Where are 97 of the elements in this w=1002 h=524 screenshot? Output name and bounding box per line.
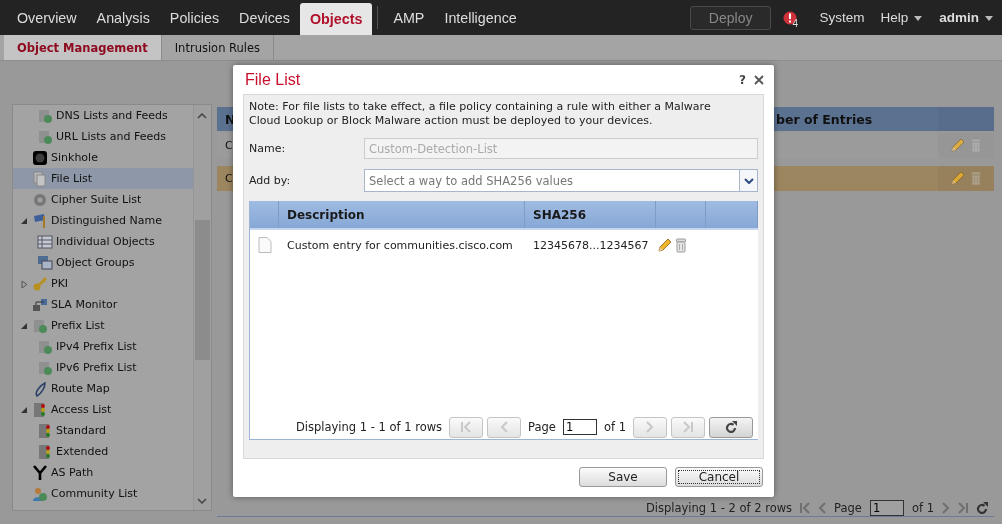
alert-count: 4 — [792, 17, 798, 29]
document-globe-icon — [37, 338, 53, 355]
table-cell-text: Custom entry for communities.cisco.com — [286, 238, 514, 252]
help-link[interactable]: ? — [739, 72, 746, 87]
tree-item[interactable]: AS Path — [13, 462, 193, 483]
row-count: Displaying 1 - 2 of 2 rows — [645, 501, 793, 515]
scrollbar[interactable] — [193, 105, 211, 510]
nav-tab[interactable]: Policies — [159, 0, 230, 35]
field-label: Name: — [249, 142, 287, 155]
network-icon — [32, 296, 48, 313]
pencil-icon[interactable] — [949, 171, 965, 186]
expanded-icon[interactable] — [20, 321, 28, 330]
tree-item[interactable]: IPv4 Prefix List — [13, 336, 193, 357]
document-globe-icon — [37, 107, 53, 124]
page-label: Page — [528, 420, 556, 434]
tree-item[interactable]: Individual Objects — [13, 231, 193, 252]
traffic-light-icon — [32, 401, 48, 418]
document-icon — [257, 237, 272, 253]
tree-item[interactable]: Cipher Suite List — [13, 189, 193, 210]
nav-tab[interactable]: Intelligence — [434, 0, 527, 35]
page-field[interactable]: 1 — [869, 500, 904, 516]
document-globe-icon — [37, 359, 53, 376]
menu-button[interactable]: System — [811, 10, 873, 25]
trash-icon[interactable] — [969, 171, 983, 186]
first-page-icon[interactable] — [800, 502, 811, 514]
scroll-up-icon[interactable] — [197, 113, 207, 119]
next-icon — [646, 421, 654, 433]
nav-tab[interactable]: Objects — [299, 3, 373, 35]
document-globe-icon — [32, 317, 48, 334]
fork-icon — [32, 464, 48, 481]
tree-item[interactable]: PKI — [13, 273, 193, 294]
collapsed-icon[interactable] — [20, 279, 28, 288]
save-button[interactable]: Save — [579, 467, 667, 487]
refresh-icon[interactable] — [976, 502, 988, 514]
next-icon[interactable] — [942, 502, 950, 514]
dialog-title: File List — [244, 70, 302, 89]
page-total: of 1 — [911, 501, 934, 515]
page-label: Page — [834, 501, 862, 515]
traffic-light-icon — [37, 443, 53, 460]
tree-item[interactable]: DNS Lists and Feeds — [13, 105, 193, 126]
field-label: Add by: — [249, 174, 292, 187]
cancel-button[interactable]: Cancel — [675, 467, 763, 487]
trash-icon[interactable] — [969, 138, 983, 153]
first-page-icon — [461, 421, 472, 433]
nav-tab[interactable]: Analysis — [86, 0, 160, 35]
nav-tab[interactable]: AMP — [383, 0, 435, 35]
chevron-down-icon — [743, 177, 754, 184]
document-globe-icon — [37, 128, 53, 145]
nav-tab[interactable]: Devices — [229, 0, 300, 35]
pencil-icon[interactable] — [656, 237, 672, 253]
tree-item[interactable]: Object Groups — [13, 252, 193, 273]
menu-button[interactable]: admin — [931, 10, 1002, 25]
close-icon[interactable] — [754, 74, 764, 85]
note-text: Note: For file lists to take effect, a file policy containing a rule with either a Malware Cloud Lookup or Block Malware action must be deployed to your devices. — [249, 100, 712, 128]
scroll-down-icon[interactable] — [197, 498, 207, 504]
tree-item[interactable]: IPv6 Prefix List — [13, 357, 193, 378]
last-page-icon — [683, 421, 693, 433]
page-total: of 1 — [603, 420, 626, 434]
tree-item[interactable]: Distinguished Name — [13, 210, 193, 231]
windows-icon — [37, 254, 53, 271]
previous-icon[interactable] — [818, 502, 827, 514]
tree-item[interactable]: Community List — [13, 483, 193, 504]
add-by-dropdown[interactable]: Select a way to add SHA256 values — [364, 169, 758, 192]
nav-tab[interactable]: Overview — [7, 0, 87, 35]
row-count: Displaying 1 - 1 of 1 rows — [295, 420, 443, 434]
grid-header: Description SHA256 — [250, 201, 758, 230]
tree-item[interactable]: Standard — [13, 420, 193, 441]
table-cell-text: 12345678...1234567 — [532, 238, 650, 252]
page-field[interactable]: 1 — [562, 419, 597, 435]
alert-icon[interactable] — [783, 9, 798, 26]
flag-icon — [32, 212, 48, 229]
sinkhole-icon — [32, 149, 48, 166]
last-page-icon[interactable] — [958, 502, 968, 514]
tree-item[interactable]: URL Lists and Feeds — [13, 126, 193, 147]
tree-item[interactable]: SLA Monitor — [13, 294, 193, 315]
people-icon — [32, 485, 48, 502]
tree-item[interactable]: Extended — [13, 441, 193, 462]
files-icon — [32, 170, 48, 187]
pencil-icon[interactable] — [949, 138, 965, 153]
expanded-icon[interactable] — [20, 405, 28, 414]
key-icon — [32, 275, 48, 292]
tree-item[interactable]: Route Map — [13, 378, 193, 399]
sub-tab[interactable]: Intrusion Rules — [161, 35, 275, 60]
tree-item[interactable]: File List — [13, 168, 193, 189]
tree-item[interactable]: Prefix List — [13, 315, 193, 336]
sub-tab[interactable]: Object Management — [4, 35, 162, 60]
refresh-icon — [725, 421, 737, 433]
previous-icon — [500, 421, 509, 433]
tree-item[interactable]: Access List — [13, 399, 193, 420]
deploy-button[interactable]: Deploy — [689, 5, 772, 30]
table-icon — [37, 233, 53, 250]
expanded-icon[interactable] — [20, 216, 28, 225]
refresh-button[interactable] — [709, 416, 753, 438]
menu-button[interactable]: Help — [872, 10, 932, 25]
trash-icon[interactable] — [674, 237, 688, 253]
tree-item[interactable]: Sinkhole — [13, 147, 193, 168]
traffic-light-icon — [37, 422, 53, 439]
